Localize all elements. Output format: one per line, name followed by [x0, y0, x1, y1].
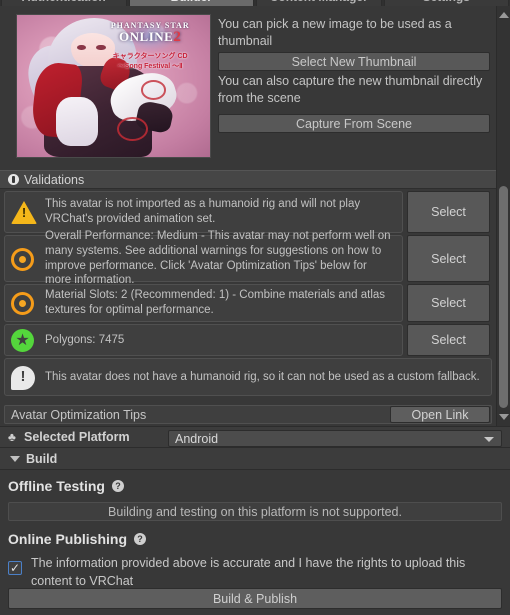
- select-new-thumbnail-button[interactable]: Select New Thumbnail: [218, 52, 490, 71]
- performance-medium-icon: [11, 246, 37, 272]
- thumbnail-artwork: PHANTASY STAR ONLINE2 キャラクターソング CD ～Song…: [17, 15, 210, 157]
- selected-platform-row: ♣ Selected Platform Android: [0, 426, 510, 448]
- avatar-thumbnail-preview[interactable]: PHANTASY STAR ONLINE2 キャラクターソング CD ～Song…: [16, 14, 211, 158]
- scrollbar-thumb[interactable]: [499, 186, 508, 408]
- thumbnail-pick-description: You can pick a new image to be used as a…: [218, 17, 452, 48]
- chevron-down-icon: [10, 455, 20, 462]
- validation-message: Material Slots: 2 (Recommended: 1) - Com…: [4, 284, 403, 322]
- scroll-up-arrow-icon[interactable]: [497, 8, 510, 22]
- avatar-optimization-tips-row: Avatar Optimization Tips Open Link: [4, 405, 492, 424]
- platform-dropdown[interactable]: Android: [168, 430, 502, 447]
- validations-title: Validations: [24, 172, 85, 187]
- build-and-publish-button[interactable]: Build & Publish: [8, 588, 502, 609]
- info-bubble-icon: [11, 364, 37, 390]
- offline-testing-label: Offline Testing: [8, 478, 105, 494]
- tab-label: Settings: [423, 0, 470, 4]
- android-icon: ♣: [8, 429, 16, 444]
- vertical-scrollbar[interactable]: [496, 6, 510, 426]
- chevron-down-icon: [484, 437, 494, 442]
- agreement-checkbox[interactable]: [8, 560, 22, 576]
- builder-scroll-body: PHANTASY STAR ONLINE2 キャラクターソング CD ～Song…: [0, 6, 510, 426]
- selected-platform-label: Selected Platform: [24, 430, 130, 444]
- validation-row: Polygons: 7475 Select: [4, 324, 490, 356]
- optimization-tips-label: Avatar Optimization Tips: [11, 407, 147, 422]
- offline-testing-message: Building and testing on this platform is…: [8, 502, 502, 521]
- builder-footer-panel: ♣ Selected Platform Android Build Offlin…: [0, 426, 510, 615]
- validation-row: Overall Performance: Medium - This avata…: [4, 230, 490, 286]
- validation-text: This avatar is not imported as a humanoi…: [45, 198, 361, 225]
- validation-select-button[interactable]: Select: [407, 284, 490, 322]
- online-publishing-title: Online Publishing ?: [8, 531, 146, 547]
- vrchat-sdk-builder-window: Authentication Builder Content Manager S…: [0, 0, 510, 615]
- open-link-button[interactable]: Open Link: [390, 406, 490, 423]
- validation-text: Polygons: 7475: [45, 333, 125, 346]
- validation-text: Material Slots: 2 (Recommended: 1) - Com…: [45, 289, 386, 316]
- validation-select-button[interactable]: Select: [407, 235, 490, 282]
- validation-row: This avatar is not imported as a humanoi…: [4, 191, 490, 233]
- validation-message: Polygons: 7475: [4, 324, 403, 356]
- validation-row: This avatar does not have a humanoid rig…: [4, 358, 492, 396]
- artwork-shape: [55, 97, 99, 146]
- artwork-shape: [140, 80, 166, 100]
- validation-text: Overall Performance: Medium - This avata…: [45, 230, 391, 287]
- validation-select-button[interactable]: Select: [407, 191, 490, 233]
- info-circle-icon: [8, 174, 19, 185]
- platform-selected-value: Android: [175, 431, 219, 446]
- validations-header: Validations: [0, 170, 496, 189]
- build-section-label: Build: [26, 451, 58, 466]
- validation-row: Material Slots: 2 (Recommended: 1) - Com…: [4, 284, 490, 322]
- help-circle-icon[interactable]: ?: [111, 480, 124, 492]
- artwork-logo-line2: ONLINE2: [119, 29, 182, 46]
- scroll-down-arrow-icon[interactable]: [497, 410, 510, 424]
- artwork-logo-line3: キャラクターソング CD: [112, 53, 188, 61]
- artwork-logo: PHANTASY STAR ONLINE2 キャラクターソング CD ～Song…: [96, 21, 204, 70]
- offline-testing-title: Offline Testing ?: [8, 478, 124, 494]
- validation-select-button[interactable]: Select: [407, 324, 490, 356]
- thumbnail-capture-description: You can also capture the new thumbnail d…: [218, 74, 483, 105]
- validation-message: This avatar is not imported as a humanoi…: [4, 191, 403, 233]
- tab-label: Builder: [171, 0, 212, 4]
- capture-from-scene-button[interactable]: Capture From Scene: [218, 114, 490, 133]
- online-publishing-label: Online Publishing: [8, 531, 127, 547]
- tab-label: Authentication: [22, 0, 106, 4]
- tab-label: Content Manager: [270, 0, 368, 4]
- validation-message: Overall Performance: Medium - This avata…: [4, 230, 403, 286]
- performance-medium-icon: [11, 290, 37, 316]
- artwork-logo-line4: ～Song Festival ～Ⅱ: [117, 62, 183, 70]
- warning-triangle-icon: [11, 199, 37, 225]
- validation-text: This avatar does not have a humanoid rig…: [45, 370, 480, 383]
- agreement-text: The information provided above is accura…: [31, 556, 466, 589]
- performance-good-star-icon: [11, 327, 37, 353]
- agreement-row: The information provided above is accura…: [8, 554, 498, 590]
- build-section-header[interactable]: Build: [0, 448, 510, 470]
- help-circle-icon[interactable]: ?: [134, 533, 146, 545]
- validation-message: This avatar does not have a humanoid rig…: [4, 358, 492, 396]
